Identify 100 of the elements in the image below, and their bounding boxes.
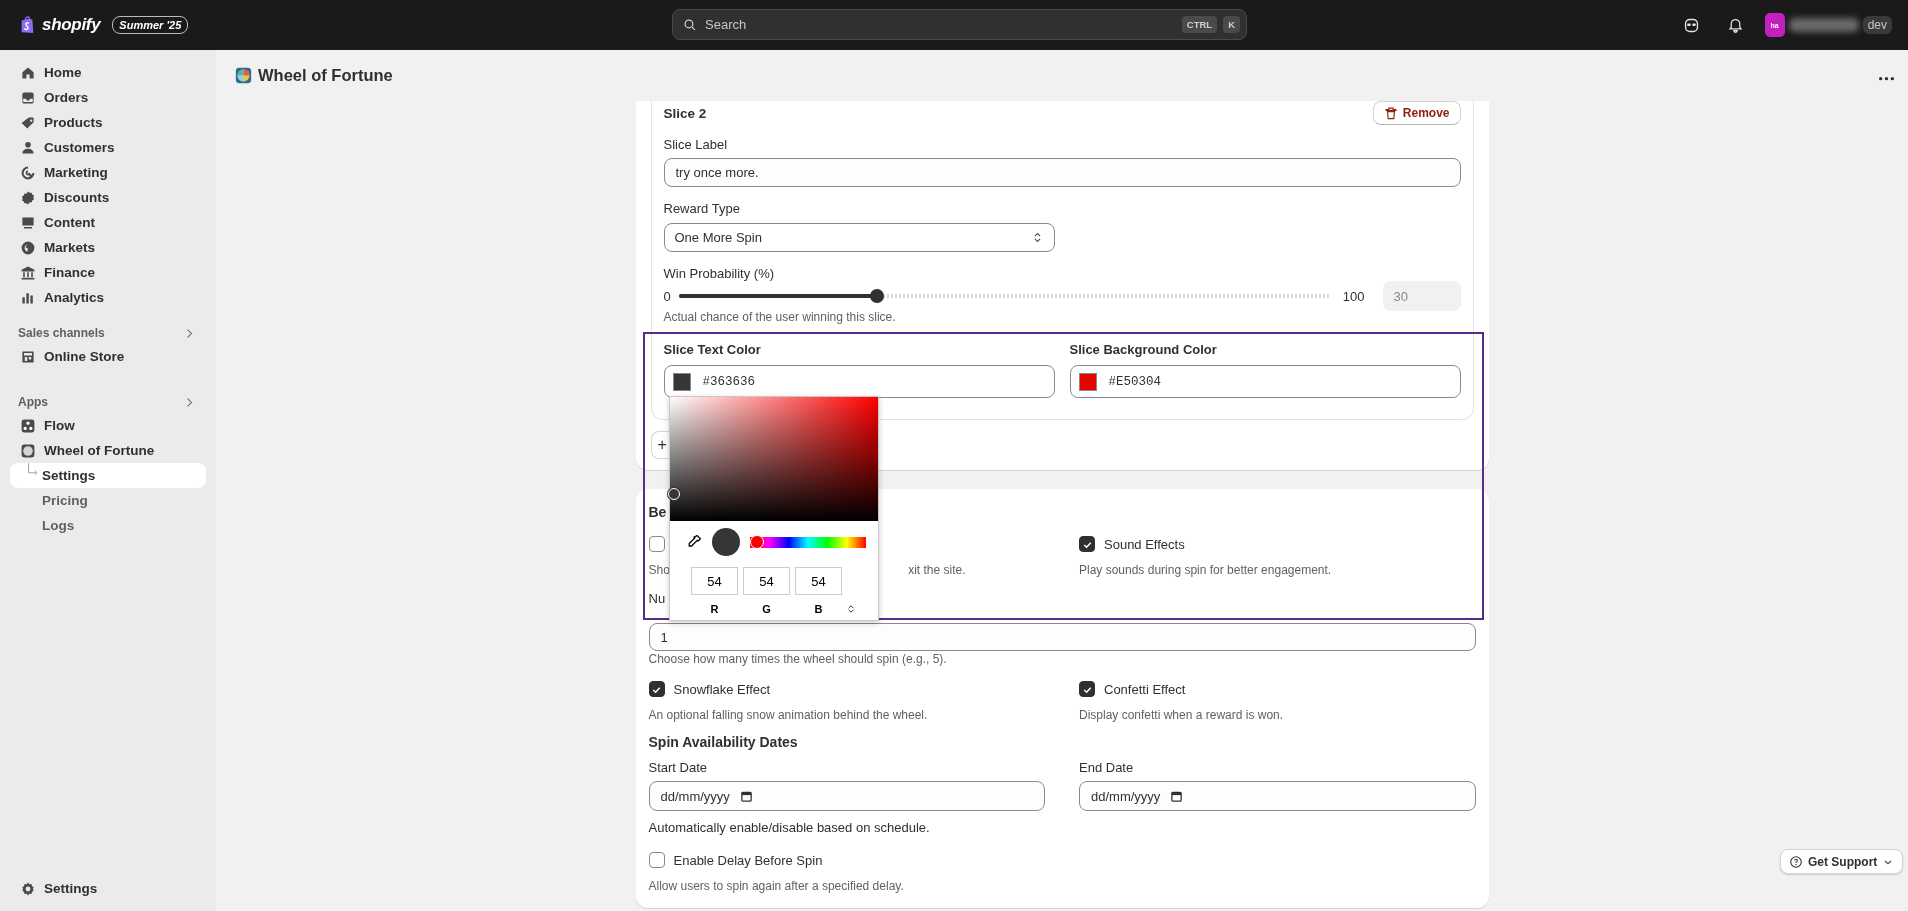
nav-item[interactable]: Logs (10, 513, 206, 538)
target-icon (20, 164, 36, 181)
field-label: Slice Label (663, 137, 728, 153)
channel-label: G (761, 603, 772, 615)
wheel-icon (20, 442, 36, 459)
keyboard-key: K (1223, 16, 1240, 33)
store-badge: dev (1862, 16, 1892, 34)
nav-item[interactable]: Marketing (10, 160, 206, 185)
help-text: Choose how many times the wheel should spin (e.g., 5). (648, 652, 948, 666)
checkbox[interactable] (1079, 536, 1095, 552)
settings-icon (20, 880, 36, 897)
help-text: An optional falling snow animation behind the wheel. (648, 708, 929, 722)
nav-item[interactable]: Settings (10, 876, 206, 901)
calendar-icon (1170, 789, 1184, 803)
nav-item[interactable]: Online Store (10, 344, 206, 369)
trash-icon (1383, 106, 1398, 120)
hue-thumb[interactable] (750, 535, 764, 549)
nav-item[interactable]: Discounts (10, 185, 206, 210)
channel-field[interactable]: 54 (795, 567, 842, 595)
nav-item[interactable]: Flow (10, 413, 206, 438)
search-icon (683, 17, 697, 32)
more-icon (1879, 77, 1894, 81)
color-field[interactable]: #E50304 (1069, 365, 1461, 398)
date-field[interactable]: dd/mm/yyyy (648, 781, 1045, 811)
checkbox-label: Snowflake Effect (673, 681, 771, 697)
checkbox[interactable] (648, 852, 665, 868)
nav-item[interactable]: Pricing (10, 488, 206, 513)
tray-icon (20, 89, 36, 106)
checkbox-label: Enable Delay Before Spin (673, 852, 823, 868)
field-label: Win Probability (%) (663, 266, 775, 282)
field-label: Start Date (648, 760, 708, 776)
checkbox[interactable] (1079, 681, 1095, 697)
search-input[interactable]: Search (703, 16, 1176, 33)
page-title: Wheel of Fortune (258, 66, 393, 85)
nodes-icon (20, 417, 36, 434)
app-wheel-icon (235, 67, 252, 84)
select-field[interactable]: One More Spin (663, 223, 1055, 252)
channel-field[interactable]: 54 (743, 567, 790, 595)
picker-cursor[interactable] (668, 488, 680, 500)
slider-thumb[interactable] (869, 289, 884, 303)
channel-label: R (709, 603, 720, 615)
section-title: Sales channels (18, 326, 105, 340)
bank-icon (20, 264, 36, 281)
date-field[interactable]: dd/mm/yyyy (1079, 781, 1476, 811)
section-title: Be (648, 504, 667, 520)
get-support-button[interactable]: Get Support (1780, 849, 1904, 874)
field-label: Slice Text Color (663, 342, 761, 358)
bell-icon (1727, 16, 1745, 34)
help-text: Actual chance of the user winning this slice. (663, 310, 897, 324)
remove-button[interactable]: Remove (1372, 101, 1461, 125)
tag-icon (20, 114, 36, 131)
help-text: Allow users to spin again after a specified delay. (648, 879, 905, 893)
glasses-face-icon (1683, 16, 1701, 34)
nav-item[interactable]: Home (10, 60, 206, 85)
saturation-area[interactable] (670, 397, 878, 521)
input-field[interactable]: try once more. (663, 158, 1461, 187)
add-slice-button[interactable]: + (650, 431, 670, 459)
brand-wordmark: shopify (42, 15, 101, 35)
hue-slider[interactable] (750, 535, 866, 549)
keyboard-key: CTRL (1181, 16, 1218, 33)
checkbox[interactable] (648, 681, 665, 697)
help-circle-icon (1789, 854, 1803, 869)
range-min: 0 (663, 288, 671, 304)
edition-badge: Summer '25 (112, 16, 189, 34)
nav-item[interactable]: Markets (10, 235, 206, 260)
blurred-name (1788, 18, 1859, 32)
nav-item[interactable]: Products (10, 110, 206, 135)
checkbox[interactable] (648, 536, 665, 552)
channel-label: B (813, 603, 824, 615)
calendar-icon (739, 789, 753, 803)
field-label: Slice Background Color (1069, 342, 1217, 358)
range-max: 100 (1342, 288, 1365, 304)
section-heading: Spin Availability Dates (648, 733, 799, 751)
field-label: Nu (648, 591, 666, 607)
nav-item[interactable]: Customers (10, 135, 206, 160)
checkbox-label: Sound Effects (1104, 536, 1185, 552)
help-text: Display confetti when a reward is won. (1079, 708, 1285, 722)
search-field[interactable]: Search CTRL K (672, 9, 1247, 40)
up-down-icon (847, 604, 855, 614)
nav-item[interactable]: Wheel of Fortune (10, 438, 206, 463)
help-text: Automatically enable/disable based on schedule. (648, 821, 931, 835)
monitor-icon (20, 214, 36, 231)
checkbox-label: Confetti Effect (1104, 681, 1186, 697)
field-label: End Date (1079, 760, 1134, 776)
store-icon (20, 348, 36, 365)
nav-item[interactable]: Content (10, 210, 206, 235)
number-field[interactable]: 1 (648, 623, 1476, 651)
globe-icon (20, 239, 36, 256)
nav-item[interactable]: Finance (10, 260, 206, 285)
nav-item[interactable]: Analytics (10, 285, 206, 310)
nav-item[interactable]: Settings (10, 463, 206, 488)
person-icon (20, 139, 36, 156)
nav-item[interactable]: Orders (10, 85, 206, 110)
help-text: Play sounds during spin for better engagement. (1079, 563, 1333, 577)
help-text: xit the site. (908, 563, 966, 577)
slice-title: Slice 2 (663, 105, 707, 121)
eyedropper-icon (686, 534, 702, 550)
channel-field[interactable]: 54 (691, 567, 738, 595)
field-label: Reward Type (663, 201, 740, 217)
help-text: Sho (648, 563, 670, 577)
